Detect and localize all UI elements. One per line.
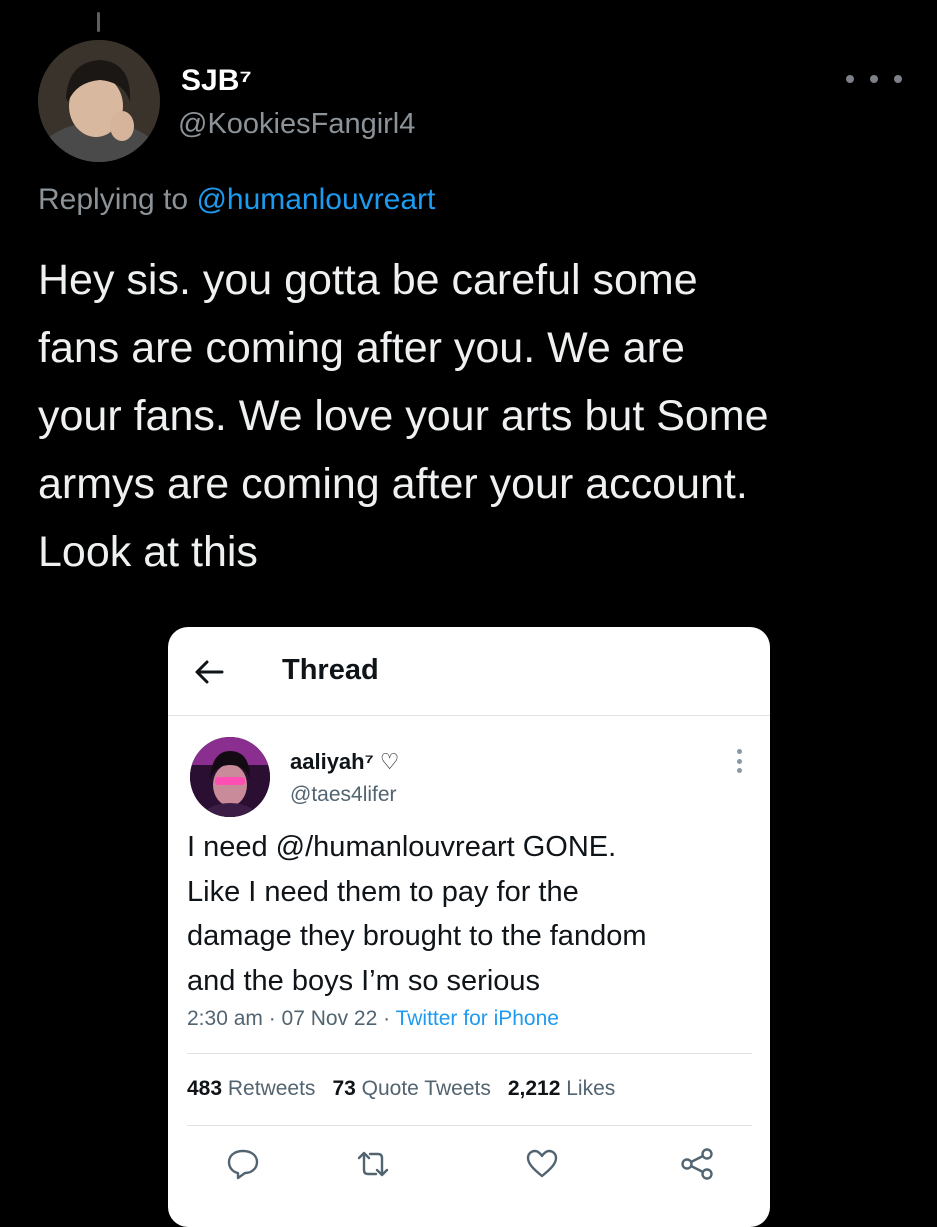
tweet-timestamp[interactable]: 2:30 am · 07 Nov 22 · [187,1007,396,1030]
engagement-stats: 483 Retweets 73 Quote Tweets 2,212 Likes [187,1077,615,1101]
divider [187,1125,752,1126]
more-vertical-icon[interactable] [736,749,742,773]
thread-title: Thread [282,654,379,686]
author-name[interactable]: SJB⁷ [181,64,252,98]
author-handle[interactable]: @KookiesFangirl4 [178,108,415,141]
author-avatar[interactable] [38,40,160,162]
embedded-text-line: Like I need them to pay for the [187,875,579,908]
like-icon[interactable] [525,1147,559,1181]
embedded-text-line: I need @/humanlouvreart GONE. [187,831,617,863]
embedded-author-name[interactable]: aaliyah⁷ ♡ [290,749,400,775]
quotes-stat[interactable]: 73 Quote Tweets [332,1077,490,1100]
tweet-text-line: armys are coming after your account. [38,460,748,508]
tweet-text-line: your fans. We love your arts but Some [38,392,769,440]
retweets-count: 483 [187,1077,223,1100]
tweet-text-line: Hey sis. you gotta be careful some [38,256,698,304]
tweet-text-line: fans are coming after you. We are [38,324,685,372]
likes-stat[interactable]: 2,212 Likes [508,1077,615,1100]
embedded-tweet-body: I need @/humanlouvreart GONE. Like I nee… [187,825,762,1003]
arrow-left-icon[interactable] [194,657,224,687]
tweet-text-line: Look at this [38,528,258,576]
embedded-author-avatar[interactable] [190,737,270,817]
reply-icon[interactable] [226,1147,260,1181]
retweets-stat[interactable]: 483 Retweets [187,1077,315,1100]
thread-header: Thread [168,627,770,716]
tweet-source-link[interactable]: Twitter for iPhone [396,1007,559,1030]
quotes-count: 73 [332,1077,356,1100]
tweet-meta: 2:30 am · 07 Nov 22 · Twitter for iPhone [187,1007,559,1031]
share-icon[interactable] [680,1147,714,1181]
likes-label: Likes [566,1077,616,1100]
embedded-screenshot-card[interactable]: Thread aaliyah⁷ ♡ @taes4lifer I need @/h… [168,627,770,1227]
thread-connector-line [97,12,100,32]
retweets-label: Retweets [227,1077,316,1100]
replying-to-mention[interactable]: @humanlouvreart [196,183,435,216]
embedded-text-line: and the boys I’m so serious [187,964,541,997]
likes-count: 2,212 [507,1077,561,1100]
quotes-label: Quote Tweets [361,1077,491,1100]
replying-to-label: Replying to [38,183,197,216]
tweet-body: Hey sis. you gotta be careful some fans … [38,246,918,586]
divider [187,1053,752,1054]
embedded-author-handle[interactable]: @taes4lifer [290,783,397,807]
embedded-text-line: damage they brought to the fandom [187,920,647,952]
replying-to-line: Replying to @humanlouvreart [38,183,435,217]
retweet-icon[interactable] [356,1147,390,1181]
more-options-icon[interactable] [846,67,902,91]
